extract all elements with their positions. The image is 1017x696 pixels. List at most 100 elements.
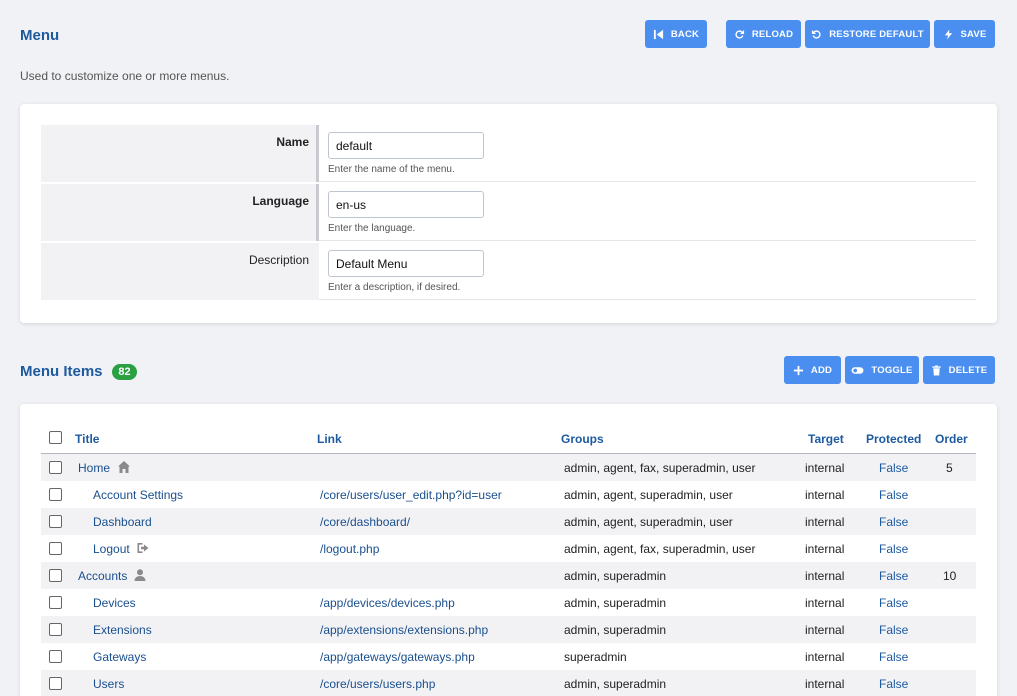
row-target: internal xyxy=(805,488,845,502)
row-target: internal xyxy=(805,650,845,664)
name-input[interactable] xyxy=(328,132,484,159)
row-checkbox[interactable] xyxy=(49,488,62,501)
row-title[interactable]: Extensions xyxy=(93,623,152,637)
row-title[interactable]: Users xyxy=(93,677,124,691)
row-groups: admin, superadmin xyxy=(564,596,667,610)
add-button[interactable]: ADD xyxy=(784,356,841,384)
row-target: internal xyxy=(805,542,845,556)
row-link[interactable]: /core/users/user_edit.php?id=user xyxy=(320,488,502,502)
row-link[interactable]: /app/gateways/gateways.php xyxy=(320,650,475,664)
save-button[interactable]: SAVE xyxy=(934,20,995,48)
menu-form-card: Name Enter the name of the menu. Languag… xyxy=(20,104,997,323)
language-hint: Enter the language. xyxy=(328,223,416,234)
description-hint: Enter a description, if desired. xyxy=(328,282,461,293)
row-protected[interactable]: False xyxy=(879,461,908,475)
row-title[interactable]: Devices xyxy=(93,596,136,610)
row-protected[interactable]: False xyxy=(879,623,908,637)
row-target: internal xyxy=(805,596,845,610)
row-link[interactable]: /core/users/users.php xyxy=(320,677,435,691)
skip-back-icon xyxy=(653,29,663,39)
header-link[interactable]: Link xyxy=(317,432,342,446)
menu-items-card: Title Link Groups Target Protected Order… xyxy=(20,404,997,696)
plus-icon xyxy=(793,365,803,375)
toggle-button[interactable]: TOGGLE xyxy=(845,356,919,384)
row-protected[interactable]: False xyxy=(879,515,908,529)
row-groups: admin, superadmin xyxy=(564,677,667,691)
form-row-description: Description Enter a description, if desi… xyxy=(41,243,976,300)
row-groups: admin, agent, fax, superadmin, user xyxy=(564,542,756,556)
row-link[interactable]: /core/dashboard/ xyxy=(320,515,410,529)
undo-icon xyxy=(812,29,821,39)
page-title: Menu xyxy=(20,27,60,44)
header-groups[interactable]: Groups xyxy=(561,432,604,446)
delete-button[interactable]: DELETE xyxy=(923,356,995,384)
row-checkbox[interactable] xyxy=(49,461,62,474)
reload-button[interactable]: RELOAD xyxy=(726,20,801,48)
restore-default-button[interactable]: RESTORE DEFAULT xyxy=(805,20,930,48)
row-checkbox[interactable] xyxy=(49,623,62,636)
row-link[interactable]: /logout.php xyxy=(320,542,379,556)
row-target: internal xyxy=(805,569,845,583)
table-row[interactable]: Extensions /app/extensions/extensions.ph… xyxy=(41,616,976,643)
row-link[interactable]: /app/extensions/extensions.php xyxy=(320,623,488,637)
row-protected[interactable]: False xyxy=(879,542,908,556)
row-checkbox[interactable] xyxy=(49,650,62,663)
row-title[interactable]: Gateways xyxy=(93,650,146,664)
description-input[interactable] xyxy=(328,250,484,277)
table-row[interactable]: Accounts admin, superadmin internal Fals… xyxy=(41,562,976,589)
row-groups: admin, agent, superadmin, user xyxy=(564,488,733,502)
row-title[interactable]: Dashboard xyxy=(93,515,152,529)
row-checkbox[interactable] xyxy=(49,569,62,582)
table-row[interactable]: Dashboard /core/dashboard/ admin, agent,… xyxy=(41,508,976,535)
name-hint: Enter the name of the menu. xyxy=(328,164,455,175)
row-checkbox[interactable] xyxy=(49,542,62,555)
table-row[interactable]: Users /core/users/users.php admin, super… xyxy=(41,670,976,696)
header-order[interactable]: Order xyxy=(935,432,968,446)
row-groups: superadmin xyxy=(564,650,627,664)
row-target: internal xyxy=(805,461,845,475)
row-protected[interactable]: False xyxy=(879,569,908,583)
row-checkbox[interactable] xyxy=(49,677,62,690)
row-groups: admin, superadmin xyxy=(564,569,667,583)
row-target: internal xyxy=(805,515,845,529)
menu-items-count-badge: 82 xyxy=(112,364,137,380)
menu-items-title: Menu Items xyxy=(20,363,103,380)
table-row[interactable]: Gateways /app/gateways/gateways.php supe… xyxy=(41,643,976,670)
row-target: internal xyxy=(805,677,845,691)
row-protected[interactable]: False xyxy=(879,677,908,691)
trash-icon xyxy=(932,364,941,376)
header-protected[interactable]: Protected xyxy=(866,432,921,446)
logout-icon xyxy=(137,543,149,553)
row-link[interactable]: /app/devices/devices.php xyxy=(320,596,455,610)
table-header: Title Link Groups Target Protected Order xyxy=(41,424,976,454)
reload-icon xyxy=(735,29,744,39)
row-title[interactable]: Accounts xyxy=(78,569,127,583)
row-protected[interactable]: False xyxy=(879,650,908,664)
row-checkbox[interactable] xyxy=(49,515,62,528)
home-icon xyxy=(118,461,130,473)
row-title[interactable]: Logout xyxy=(93,542,130,556)
row-title[interactable]: Account Settings xyxy=(93,488,183,502)
select-all-checkbox[interactable] xyxy=(49,431,62,444)
row-target: internal xyxy=(805,623,845,637)
row-checkbox[interactable] xyxy=(49,596,62,609)
back-button[interactable]: BACK xyxy=(645,20,707,48)
language-input[interactable] xyxy=(328,191,484,218)
language-label: Language xyxy=(41,184,319,241)
form-row-name: Name Enter the name of the menu. xyxy=(41,125,976,182)
name-label: Name xyxy=(41,125,319,182)
row-title[interactable]: Home xyxy=(78,461,110,475)
description-label: Description xyxy=(41,243,319,300)
row-protected[interactable]: False xyxy=(879,596,908,610)
page-description: Used to customize one or more menus. xyxy=(20,69,230,83)
table-row[interactable]: Account Settings /core/users/user_edit.p… xyxy=(41,481,976,508)
table-row[interactable]: Devices /app/devices/devices.php admin, … xyxy=(41,589,976,616)
toggle-icon xyxy=(851,366,864,374)
form-row-language: Language Enter the language. xyxy=(41,184,976,241)
table-row[interactable]: Logout /logout.php admin, agent, fax, su… xyxy=(41,535,976,562)
header-target[interactable]: Target xyxy=(808,432,844,446)
row-groups: admin, agent, fax, superadmin, user xyxy=(564,461,756,475)
header-title[interactable]: Title xyxy=(75,432,99,446)
table-row[interactable]: Home admin, agent, fax, superadmin, user… xyxy=(41,454,976,481)
row-protected[interactable]: False xyxy=(879,488,908,502)
